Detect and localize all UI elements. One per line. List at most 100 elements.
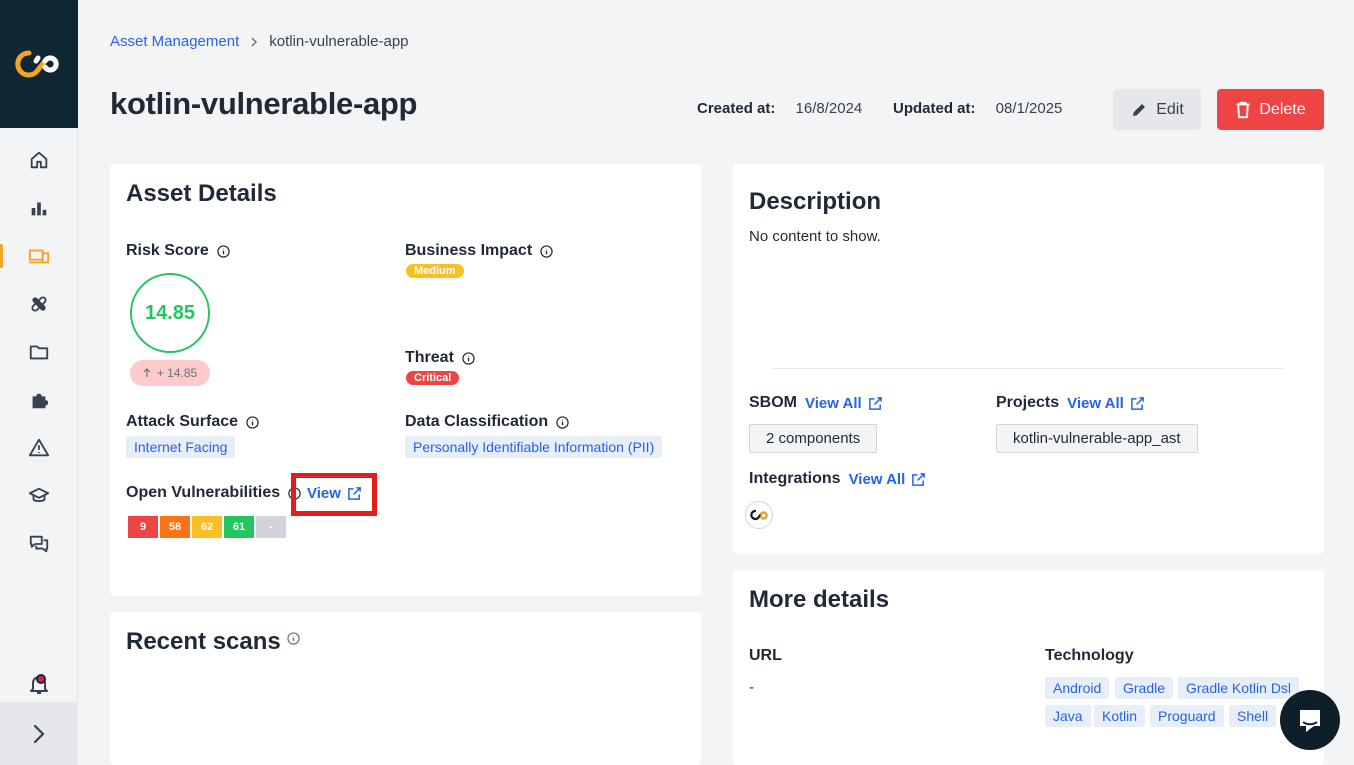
edit-button[interactable]: Edit bbox=[1113, 89, 1201, 130]
info-icon[interactable] bbox=[217, 244, 230, 258]
sidebar-nav bbox=[0, 136, 78, 568]
updated-at-value: 08/1/2025 bbox=[995, 100, 1063, 117]
breadcrumb-current: kotlin-vulnerable-app bbox=[269, 33, 409, 50]
open-vulnerabilities-view-link[interactable]: View bbox=[307, 485, 362, 502]
chevron-right-icon bbox=[33, 724, 45, 743]
sidebar-item-vulnerabilities[interactable] bbox=[0, 424, 78, 472]
vuln-count-critical[interactable]: 9 bbox=[128, 516, 158, 538]
business-impact-label: Business Impact bbox=[405, 242, 553, 260]
integrations-header: Integrations View All bbox=[749, 470, 926, 488]
sidebar-item-projects[interactable] bbox=[0, 328, 78, 376]
warning-icon bbox=[28, 438, 50, 457]
projects-value[interactable]: kotlin-vulnerable-app_ast bbox=[996, 424, 1198, 453]
page-title: kotlin-vulnerable-app bbox=[110, 86, 418, 121]
integrations-view-all-link[interactable]: View All bbox=[849, 471, 927, 488]
notification-dot bbox=[36, 674, 46, 684]
projects-label: Projects bbox=[996, 394, 1060, 411]
external-link-icon bbox=[348, 487, 361, 500]
sbom-view-all-label: View All bbox=[805, 394, 862, 412]
sbom-components-value[interactable]: 2 components bbox=[749, 424, 878, 453]
bar-chart-icon bbox=[31, 202, 47, 216]
breadcrumb: Asset Management kotlin-vulnerable-app bbox=[110, 33, 409, 50]
threat-label: Threat bbox=[405, 349, 475, 367]
tech-chip: Gradle bbox=[1115, 677, 1174, 699]
info-icon[interactable] bbox=[287, 632, 300, 645]
sidebar-item-home[interactable] bbox=[0, 136, 78, 184]
recent-scans-title: Recent scans bbox=[126, 628, 300, 656]
created-at: Created at: 16/8/2024 bbox=[697, 100, 862, 117]
business-impact-label-text: Business Impact bbox=[405, 242, 533, 259]
risk-score-gauge: 14.85 bbox=[130, 273, 210, 353]
projects-view-all-link[interactable]: View All bbox=[1067, 395, 1145, 412]
threat-label-text: Threat bbox=[405, 349, 454, 366]
vuln-count-medium[interactable]: 62 bbox=[192, 516, 222, 538]
app-logo[interactable] bbox=[0, 0, 78, 128]
info-icon[interactable] bbox=[556, 415, 569, 429]
arrow-up-icon bbox=[143, 368, 151, 377]
bandage-icon bbox=[31, 296, 47, 312]
folder-icon bbox=[29, 345, 49, 360]
created-at-value: 16/8/2024 bbox=[795, 100, 863, 117]
description-title: Description bbox=[749, 188, 882, 215]
delete-button[interactable]: Delete bbox=[1217, 89, 1324, 130]
tech-chip: Kotlin bbox=[1094, 705, 1146, 727]
tech-chip: Java bbox=[1045, 705, 1091, 727]
projects-header: Projects View All bbox=[996, 394, 1145, 412]
info-icon[interactable] bbox=[462, 351, 475, 365]
data-classification-chip: Personally Identifiable Information (PII… bbox=[405, 436, 663, 458]
business-impact-badge: Medium bbox=[406, 264, 464, 278]
expand-sidebar-button[interactable] bbox=[0, 702, 78, 765]
description-card bbox=[733, 164, 1324, 554]
sidebar-item-remediation[interactable] bbox=[0, 280, 78, 328]
sidebar-item-assets[interactable] bbox=[0, 232, 78, 280]
view-link-label: View bbox=[307, 485, 341, 502]
integration-avatar[interactable] bbox=[745, 501, 773, 529]
tech-chip: Android bbox=[1045, 677, 1110, 699]
open-vulnerabilities-label-text: Open Vulnerabilities bbox=[126, 484, 281, 501]
sidebar-item-integrations[interactable] bbox=[0, 376, 78, 424]
info-icon[interactable] bbox=[540, 244, 553, 258]
risk-score-label-text: Risk Score bbox=[126, 242, 209, 259]
external-link-icon bbox=[1130, 396, 1144, 410]
sidebar-item-training[interactable] bbox=[0, 472, 78, 520]
tech-chip: Proguard bbox=[1150, 705, 1224, 727]
updated-at-label: Updated at: bbox=[893, 100, 976, 117]
asset-details-title: Asset Details bbox=[126, 180, 277, 207]
tech-chip: Shell bbox=[1229, 705, 1277, 727]
trash-icon bbox=[1236, 101, 1250, 118]
sidebar-item-analytics[interactable] bbox=[0, 184, 78, 232]
vuln-count-high[interactable]: 58 bbox=[160, 516, 190, 538]
integrations-label: Integrations bbox=[749, 470, 841, 487]
chat-bubbles-icon bbox=[29, 535, 49, 553]
attack-surface-chip: Internet Facing bbox=[126, 436, 236, 458]
notifications-button[interactable] bbox=[0, 664, 78, 704]
sbom-view-all-link[interactable]: View All bbox=[805, 395, 883, 412]
updated-at: Updated at: 08/1/2025 bbox=[893, 100, 1062, 117]
attack-surface-label: Attack Surface bbox=[126, 413, 259, 431]
sbom-label: SBOM bbox=[749, 394, 797, 411]
chevron-right-icon bbox=[251, 36, 258, 47]
external-link-icon bbox=[868, 396, 882, 410]
info-icon[interactable] bbox=[246, 415, 259, 429]
pencil-icon bbox=[1133, 103, 1146, 116]
data-classification-label: Data Classification bbox=[405, 413, 569, 431]
chat-widget-button[interactable] bbox=[1280, 690, 1340, 750]
home-icon bbox=[30, 151, 48, 169]
puzzle-icon bbox=[32, 393, 49, 409]
tech-chip: Gradle Kotlin Dsl bbox=[1178, 677, 1300, 699]
integrations-view-all-label: View All bbox=[848, 470, 906, 488]
recent-scans-title-text: Recent scans bbox=[126, 628, 281, 655]
risk-delta-value: + 14.85 bbox=[156, 366, 198, 380]
divider bbox=[772, 368, 1284, 369]
projects-view-all-label: View All bbox=[1067, 394, 1124, 412]
vuln-count-info[interactable]: - bbox=[256, 516, 286, 538]
sidebar-item-messages[interactable] bbox=[0, 520, 78, 568]
url-label: URL bbox=[749, 647, 782, 664]
external-link-icon bbox=[912, 472, 926, 486]
breadcrumb-asset-management[interactable]: Asset Management bbox=[110, 33, 239, 50]
sidebar bbox=[0, 0, 78, 765]
sbom-header: SBOM View All bbox=[749, 394, 883, 412]
infinity-logo-icon bbox=[15, 50, 59, 78]
vuln-count-low[interactable]: 61 bbox=[224, 516, 254, 538]
url-value: - bbox=[749, 679, 754, 696]
